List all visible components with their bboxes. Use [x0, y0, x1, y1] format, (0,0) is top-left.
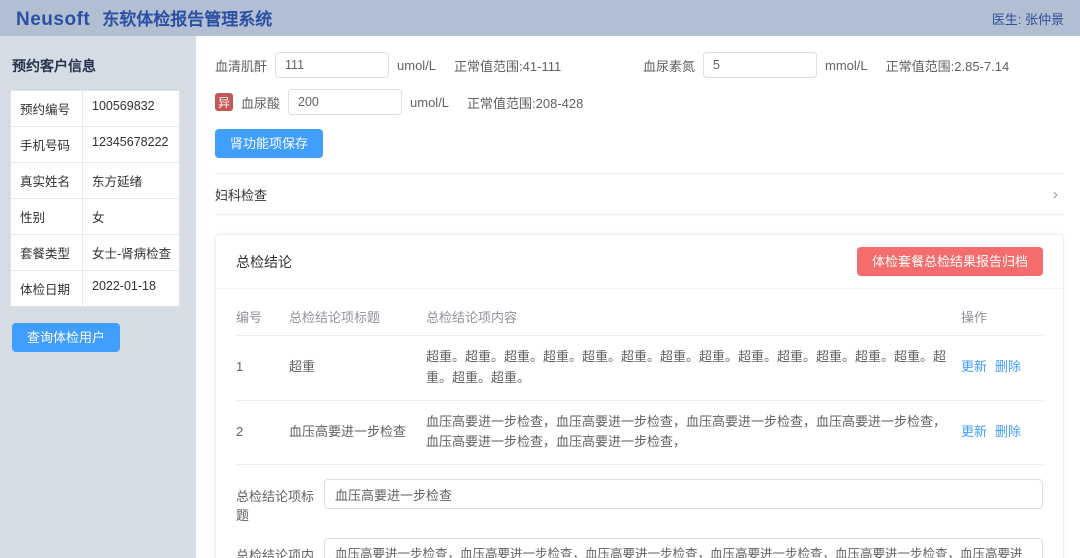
test-unit: umol/L — [410, 95, 449, 110]
info-row-real-name: 真实姓名 东方延绪 — [11, 163, 179, 199]
info-value: 2022-01-18 — [83, 271, 160, 306]
header-actions: 操作 — [961, 295, 1043, 336]
test-label: 血尿酸 — [241, 93, 280, 112]
page-layout: 预约客户信息 预约编号 100569832 手机号码 12345678222 真… — [0, 36, 1080, 558]
info-row-booking-id: 预约编号 100569832 — [11, 91, 179, 127]
conclusion-title-input[interactable] — [324, 479, 1043, 509]
test-label: 血尿素氮 — [643, 56, 695, 75]
test-unit: umol/L — [397, 58, 436, 73]
gynecology-title: 妇科检查 — [215, 185, 267, 204]
header-title: 总检结论项标题 — [289, 295, 426, 336]
header-id: 编号 — [236, 295, 289, 336]
cell-actions: 更新删除 — [961, 400, 1043, 465]
info-value: 东方延绪 — [83, 163, 146, 198]
main-content: 血清肌酐 umol/L 正常值范围:41-111 血尿素氮 mmol/L 正常值… — [196, 36, 1080, 558]
doctor-name: 医生: 张仲景 — [992, 9, 1064, 28]
conclusion-content-form-row: 总检结论项内容 血压高要进一步检查，血压高要进一步检查，血压高要进一步检查，血压… — [236, 538, 1043, 558]
customer-info-table: 预约编号 100569832 手机号码 12345678222 真实姓名 东方延… — [10, 90, 180, 307]
delete-link[interactable]: 删除 — [995, 359, 1021, 374]
conclusion-title-form-row: 总检结论项标题 — [236, 479, 1043, 524]
sidebar: 预约客户信息 预约编号 100569832 手机号码 12345678222 真… — [0, 36, 196, 558]
info-row-phone: 手机号码 12345678222 — [11, 127, 179, 163]
conclusion-card: 总检结论 体检套餐总检结果报告归档 编号 总检结论项标题 总检结论项内容 操作 — [215, 234, 1064, 558]
header-content: 总检结论项内容 — [426, 295, 961, 336]
info-value: 女士-肾病检查 — [83, 235, 175, 270]
conclusion-content-textarea[interactable]: 血压高要进一步检查，血压高要进一步检查，血压高要进一步检查，血压高要进一步检查，… — [324, 538, 1043, 558]
blood-uric-acid-input[interactable] — [288, 89, 402, 115]
test-item-serum-creatinine: 血清肌酐 umol/L 正常值范围:41-111 — [215, 52, 643, 78]
test-unit: mmol/L — [825, 58, 868, 73]
test-item-blood-uric-acid: 异 血尿酸 umol/L 正常值范围:208-428 — [215, 89, 643, 115]
cell-id: 2 — [236, 400, 289, 465]
cell-actions: 更新删除 — [961, 336, 1043, 401]
cell-content: 血压高要进一步检查，血压高要进一步检查，血压高要进一步检查，血压高要进一步检查，… — [426, 400, 961, 465]
cell-content: 超重。超重。超重。超重。超重。超重。超重。超重。超重。超重。超重。超重。超重。超… — [426, 336, 961, 401]
conclusion-content-label: 总检结论项内容 — [236, 538, 324, 558]
info-value: 100569832 — [83, 91, 159, 126]
info-label: 体检日期 — [11, 271, 83, 306]
table-header-row: 编号 总检结论项标题 总检结论项内容 操作 — [236, 295, 1043, 336]
conclusion-title-label: 总检结论项标题 — [236, 479, 324, 524]
info-row-package-type: 套餐类型 女士-肾病检查 — [11, 235, 179, 271]
delete-link[interactable]: 删除 — [995, 424, 1021, 439]
cell-title: 血压高要进一步检查 — [289, 400, 426, 465]
table-row: 1 超重 超重。超重。超重。超重。超重。超重。超重。超重。超重。超重。超重。超重… — [236, 336, 1043, 401]
info-row-exam-date: 体检日期 2022-01-18 — [11, 271, 179, 306]
table-row: 2 血压高要进一步检查 血压高要进一步检查，血压高要进一步检查，血压高要进一步检… — [236, 400, 1043, 465]
conclusion-card-header: 总检结论 体检套餐总检结果报告归档 — [216, 235, 1063, 289]
test-normal-range: 正常值范围:41-111 — [454, 56, 561, 75]
archive-report-button[interactable]: 体检套餐总检结果报告归档 — [857, 247, 1043, 276]
info-row-gender: 性别 女 — [11, 199, 179, 235]
gynecology-collapse-header[interactable]: 妇科检查 › — [215, 173, 1064, 215]
info-label: 真实姓名 — [11, 163, 83, 198]
update-link[interactable]: 更新 — [961, 424, 987, 439]
info-label: 手机号码 — [11, 127, 83, 162]
renal-function-save-button[interactable]: 肾功能项保存 — [215, 129, 323, 158]
abnormal-badge-icon: 异 — [215, 93, 233, 111]
test-label: 血清肌酐 — [215, 56, 267, 75]
info-value: 女 — [83, 199, 109, 234]
cell-id: 1 — [236, 336, 289, 401]
app-name: 东软体检报告管理系统 — [102, 5, 272, 30]
cell-title: 超重 — [289, 336, 426, 401]
conclusion-title: 总检结论 — [236, 252, 292, 272]
info-label: 性别 — [11, 199, 83, 234]
test-item-blood-urea-nitrogen: 血尿素氮 mmol/L 正常值范围:2.85-7.14 — [643, 52, 1064, 78]
conclusion-table: 编号 总检结论项标题 总检结论项内容 操作 1 超重 超重。超重。超重。超重。超… — [236, 295, 1043, 465]
renal-test-form: 血清肌酐 umol/L 正常值范围:41-111 血尿素氮 mmol/L 正常值… — [215, 52, 1064, 115]
neusoft-logo: Neusoft — [16, 9, 90, 31]
info-label: 套餐类型 — [11, 235, 83, 270]
test-normal-range: 正常值范围:2.85-7.14 — [886, 56, 1010, 75]
update-link[interactable]: 更新 — [961, 359, 987, 374]
test-normal-range: 正常值范围:208-428 — [467, 93, 583, 112]
query-exam-user-button[interactable]: 查询体检用户 — [12, 323, 120, 352]
info-label: 预约编号 — [11, 91, 83, 126]
app-header: Neusoft 东软体检报告管理系统 医生: 张仲景 — [0, 0, 1080, 36]
app-title-group: Neusoft 东软体检报告管理系统 — [16, 5, 272, 31]
info-value: 12345678222 — [83, 127, 172, 162]
conclusion-card-body: 编号 总检结论项标题 总检结论项内容 操作 1 超重 超重。超重。超重。超重。超… — [216, 289, 1063, 558]
sidebar-title: 预约客户信息 — [12, 56, 186, 76]
blood-urea-nitrogen-input[interactable] — [703, 52, 817, 78]
serum-creatinine-input[interactable] — [275, 52, 389, 78]
chevron-right-icon: › — [1053, 187, 1058, 202]
